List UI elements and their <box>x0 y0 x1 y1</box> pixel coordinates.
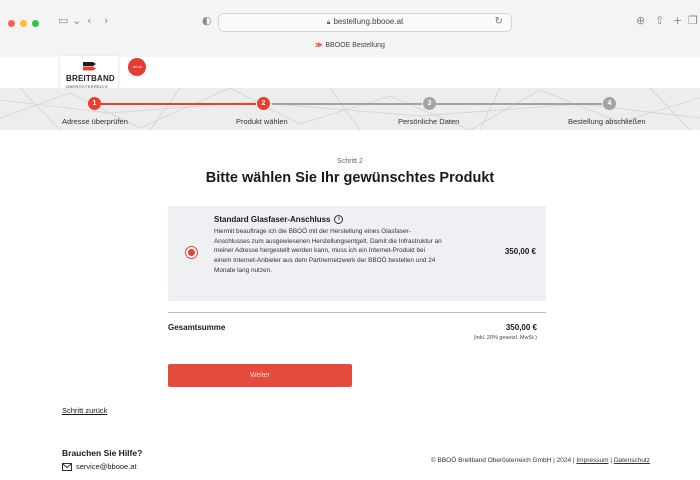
forward-nav-icon[interactable]: › <box>104 14 108 27</box>
product-radio[interactable] <box>185 246 198 259</box>
privacy-shield-icon[interactable]: ◐ <box>202 14 212 27</box>
tab-favicon-icon: ≫ <box>315 42 323 49</box>
partner-badge: oö·at <box>128 58 146 76</box>
progress-stepper: 1 2 3 4 Adresse überprüfen Produkt wähle… <box>0 88 700 130</box>
total-label: Gesamtsumme <box>168 323 226 332</box>
info-icon[interactable]: i <box>334 215 344 225</box>
back-nav-icon[interactable]: ‹ <box>87 14 91 27</box>
step-4-circle: 4 <box>603 97 616 110</box>
address-bar[interactable]: 🔒︎ bestellung.bbooe.at ↻ <box>218 13 512 32</box>
help-title: Brauchen Sie Hilfe? <box>62 448 143 458</box>
imprint-link[interactable]: Impressum <box>576 457 608 464</box>
address-url: 🔒︎ bestellung.bbooe.at <box>326 17 404 26</box>
footer-copyright: © BBOÖ Breitband Oberösterreich GmbH | 2… <box>430 457 650 464</box>
summary-divider <box>168 312 546 313</box>
step-4-label: Bestellung abschließen <box>568 117 646 126</box>
step-connector-3 <box>436 103 602 105</box>
page-title: Bitte wählen Sie Ihr gewünschtes Produkt <box>205 170 495 186</box>
window-controls <box>8 20 39 27</box>
download-icon[interactable]: ⊕ <box>636 14 645 27</box>
step-3-circle: 3 <box>423 97 436 110</box>
sidebar-toggle-icon[interactable]: ▭ <box>58 14 68 27</box>
product-description: Hiermit beauftrage ich die BBOÖ mit der … <box>214 228 442 274</box>
step-1-circle: 1 <box>88 97 101 110</box>
privacy-link[interactable]: Datenschutz <box>614 457 650 464</box>
step-connector-1 <box>99 103 256 105</box>
step-connector-2 <box>272 103 422 105</box>
mail-icon <box>62 462 72 471</box>
active-tab[interactable]: ≫ BBOOE Bestellung <box>0 41 700 49</box>
product-title: Standard Glasfaser-Anschluss i <box>214 215 344 225</box>
product-option-card[interactable]: Standard Glasfaser-Anschluss i Hiermit be… <box>168 206 546 301</box>
step-2-label: Produkt wählen <box>236 117 288 126</box>
step-indicator: Schritt 2 <box>337 158 363 165</box>
step-2-circle: 2 <box>257 97 270 110</box>
next-button[interactable]: Weiter <box>168 364 352 387</box>
minimize-window-button[interactable] <box>20 20 27 27</box>
tab-overview-icon[interactable]: ❐ <box>688 14 698 27</box>
logo-text: BREITBAND <box>66 74 115 83</box>
new-tab-icon[interactable]: + <box>673 14 682 27</box>
share-icon[interactable]: ⇧ <box>655 14 664 27</box>
product-price: 350,00 € <box>504 247 536 256</box>
lock-icon: 🔒︎ <box>326 19 331 26</box>
step-1-label: Adresse überprüfen <box>62 117 128 126</box>
chevron-down-icon[interactable]: ⌄ <box>72 14 81 27</box>
back-link[interactable]: Schritt zurück <box>62 406 107 415</box>
reload-icon[interactable]: ↻ <box>495 16 503 27</box>
total-value: 350,00 € <box>505 323 537 332</box>
step-3-label: Persönliche Daten <box>398 117 460 126</box>
zoom-window-button[interactable] <box>32 20 39 27</box>
logo-mark-icon <box>83 62 96 71</box>
close-window-button[interactable] <box>8 20 15 27</box>
browser-chrome: ▭ ⌄ ‹ › ◐ 🔒︎ bestellung.bbooe.at ↻ ⊕ ⇧ + … <box>0 0 700 58</box>
help-email[interactable]: service@bbooe.at <box>62 462 137 471</box>
total-tax-note: (inkl. 20% gesetzl. MwSt.) <box>473 335 537 341</box>
radio-selected-dot <box>188 249 195 256</box>
